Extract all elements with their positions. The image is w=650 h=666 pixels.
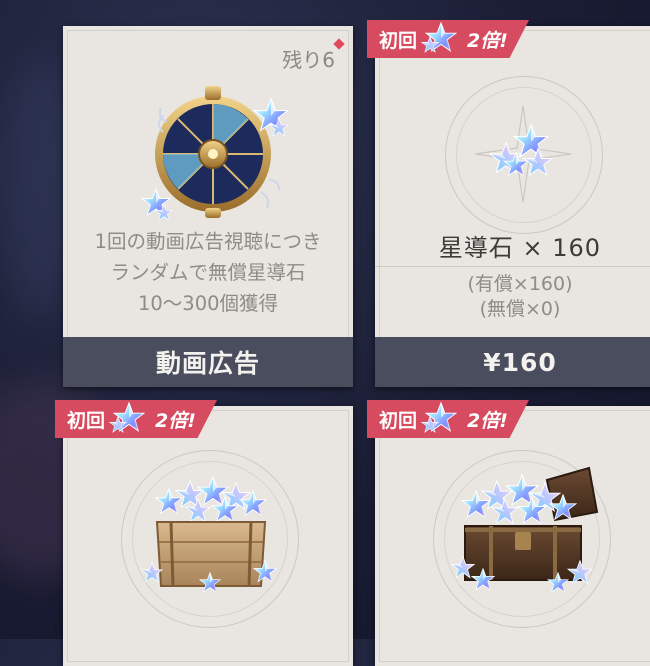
roulette-wheel-icon	[141, 86, 289, 221]
description-line: 10〜300個獲得	[137, 292, 279, 315]
star-stone-icon	[421, 22, 457, 53]
description-line: 1回の動画広告視聴につき	[94, 230, 322, 253]
ad-description: 1回の動画広告視聴につき ランダムで無償星導石 10〜300個獲得	[63, 226, 353, 319]
paid-count: (有償×160)	[467, 273, 573, 295]
video-ad-card[interactable]: 残り6 1回の動画広告視聴につき ランダムで無償星導石 10〜300個獲得 動画…	[63, 26, 353, 387]
free-count: (無償×0)	[479, 298, 561, 320]
price-button[interactable]: ¥160	[375, 337, 650, 387]
remaining-count: 残り6	[282, 48, 335, 72]
first-purchase-badge: 初回 2倍!	[55, 400, 217, 438]
notification-dot	[333, 38, 345, 50]
product-card-chest[interactable]	[375, 406, 650, 666]
product-card-160[interactable]: 星導石 × 160 (有償×160) (無償×0) ¥160	[375, 26, 650, 387]
star-stone-chest-icon	[451, 466, 599, 593]
video-ad-button[interactable]: 動画広告	[63, 337, 353, 387]
star-stone-icon	[489, 124, 553, 177]
star-stone-icon	[109, 402, 145, 433]
product-card-crate[interactable]	[63, 406, 353, 666]
description-line: ランダムで無償星導石	[110, 261, 306, 284]
star-stone-crate-icon	[141, 476, 277, 593]
first-purchase-badge: 初回 2倍!	[367, 400, 529, 438]
first-purchase-badge: 初回 2倍!	[367, 20, 529, 58]
product-name: 星導石 × 160	[438, 234, 602, 262]
star-stone-icon	[421, 402, 457, 433]
